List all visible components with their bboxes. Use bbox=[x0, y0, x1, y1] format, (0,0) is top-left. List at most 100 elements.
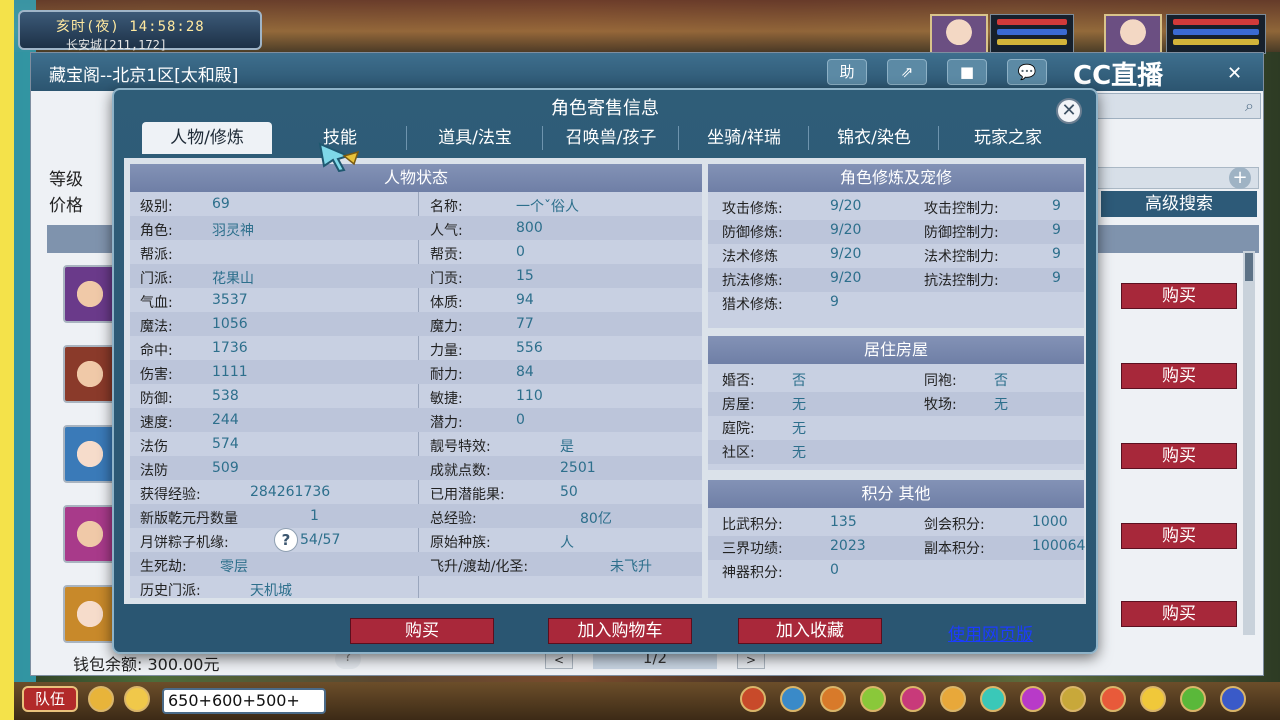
grid-left-item-value: 9/20 bbox=[830, 198, 862, 214]
grid-right-item-label: 防御控制力: bbox=[924, 225, 999, 241]
close-icon[interactable]: ✕ bbox=[1227, 63, 1242, 84]
tab-character-cultivation[interactable]: 人物/修炼 bbox=[142, 122, 272, 154]
status-right-item-label: 帮贡: bbox=[430, 247, 463, 263]
buy-button[interactable]: 购买 bbox=[1121, 363, 1237, 389]
event-icon[interactable] bbox=[1100, 686, 1126, 712]
pet-portrait[interactable] bbox=[930, 14, 988, 54]
system-icon[interactable] bbox=[1180, 686, 1206, 712]
status-left-item-value: 574 bbox=[212, 436, 239, 452]
buy-button[interactable]: 购买 bbox=[1121, 443, 1237, 469]
settings-icon[interactable] bbox=[1220, 686, 1246, 712]
buy-button[interactable]: 购买 bbox=[1121, 601, 1237, 627]
status-left-item-label: 角色: bbox=[140, 223, 173, 239]
grid-left-item-label: 法术修炼 bbox=[722, 249, 778, 265]
tab-separator bbox=[542, 126, 543, 150]
status-left-item-label: 气血: bbox=[140, 295, 173, 311]
help-button[interactable]: 助 bbox=[827, 59, 867, 85]
status-right-item-label: 力量: bbox=[430, 343, 463, 359]
stop-button[interactable]: ■ bbox=[947, 59, 987, 85]
pet-icon[interactable] bbox=[860, 686, 886, 712]
bag-icon[interactable] bbox=[740, 686, 766, 712]
grid-left-item-value: 无 bbox=[792, 421, 806, 437]
character-status-panel: 人物状态 级别: 69 角色: 羽灵神 帮派: 门派: 花果山 气血: 3537 魔法: 1056 命… bbox=[130, 164, 702, 599]
list-item-avatar[interactable] bbox=[63, 265, 117, 323]
tab-separator bbox=[808, 126, 809, 150]
residence-heading: 居住房屋 bbox=[708, 336, 1084, 364]
tab-summons-children[interactable]: 召唤兽/孩子 bbox=[544, 122, 678, 154]
add-filter-icon[interactable]: + bbox=[1229, 167, 1251, 189]
status-right-item-label: 总经验: bbox=[430, 511, 477, 527]
row-stripe bbox=[708, 392, 1084, 416]
team-icon[interactable] bbox=[780, 686, 806, 712]
list-item-avatar[interactable] bbox=[63, 585, 117, 643]
level-filter-label: 等级 bbox=[49, 170, 83, 190]
grid-left-item-label: 神器积分: bbox=[722, 565, 783, 581]
player-hp-bar bbox=[1173, 19, 1259, 25]
share-button[interactable]: ⇗ bbox=[887, 59, 927, 85]
status-right-item-label: 已用潜能果: bbox=[430, 487, 505, 503]
grid-left-item-label: 庭院: bbox=[722, 421, 755, 437]
list-item-avatar[interactable] bbox=[63, 505, 117, 563]
grid-left-item-value: 0 bbox=[830, 562, 839, 578]
chat-input[interactable]: 650+600+500+ bbox=[162, 688, 326, 714]
left-edge-bar bbox=[0, 0, 14, 720]
search-icon[interactable]: ⌕ bbox=[1245, 96, 1254, 116]
grid-right-item-value: 9 bbox=[1052, 198, 1061, 214]
guild-icon[interactable] bbox=[940, 686, 966, 712]
tab-player-home[interactable]: 玩家之家 bbox=[940, 122, 1076, 154]
tab-items-treasures[interactable]: 道具/法宝 bbox=[408, 122, 542, 154]
friend-icon[interactable] bbox=[980, 686, 1006, 712]
status-left-item-label: 级别: bbox=[140, 199, 173, 215]
tab-costumes-dyes[interactable]: 锦衣/染色 bbox=[810, 122, 938, 154]
status-left-item-value: 1056 bbox=[212, 316, 248, 332]
use-web-version-link[interactable]: 使用网页版 bbox=[948, 620, 1033, 645]
shop-icon[interactable] bbox=[1060, 686, 1086, 712]
grid-right-item-label: 同袍: bbox=[924, 373, 957, 389]
status-right-item-label: 名称: bbox=[430, 199, 463, 215]
points-panel: 积分 其他 比武积分: 135 剑会积分: 1000 三界功绩: 2023 副本积分: 100… bbox=[708, 480, 1085, 598]
tab-separator bbox=[938, 126, 939, 150]
tab-mounts[interactable]: 坐骑/祥瑞 bbox=[680, 122, 808, 154]
smile-icon[interactable] bbox=[1140, 686, 1166, 712]
buy-button[interactable]: 购买 bbox=[350, 618, 494, 644]
status-left-item-value: 284261736 bbox=[250, 484, 331, 500]
status-right-item-label: 耐力: bbox=[430, 367, 463, 383]
mail-icon[interactable] bbox=[1020, 686, 1046, 712]
price-filter-label: 价格 bbox=[49, 196, 83, 216]
emoji-icon[interactable] bbox=[124, 686, 150, 712]
pet-status-bars bbox=[990, 14, 1074, 54]
list-item-avatar[interactable] bbox=[63, 345, 117, 403]
buy-button[interactable]: 购买 bbox=[1121, 523, 1237, 549]
time-location-panel: 亥时(夜) 14:58:28 长安城[211,172] bbox=[18, 10, 262, 52]
list-item-avatar[interactable] bbox=[63, 425, 117, 483]
status-left-item-value: 69 bbox=[212, 196, 230, 212]
chat-button[interactable]: 💬 bbox=[1007, 59, 1047, 85]
status-right-item-value: 0 bbox=[516, 244, 525, 260]
status-right-item-value: 94 bbox=[516, 292, 534, 308]
list-scrollbar[interactable] bbox=[1243, 251, 1255, 635]
grid-left-item-value: 135 bbox=[830, 514, 857, 530]
buy-button[interactable]: 购买 bbox=[1121, 283, 1237, 309]
microphone-icon[interactable] bbox=[88, 686, 114, 712]
grid-right-item-label: 法术控制力: bbox=[924, 249, 999, 265]
grid-right-item-value: 9 bbox=[1052, 222, 1061, 238]
add-to-cart-button[interactable]: 加入购物车 bbox=[548, 618, 692, 644]
advanced-search-button[interactable]: 高级搜索 bbox=[1101, 191, 1257, 217]
close-icon[interactable]: ✕ bbox=[1056, 98, 1082, 124]
status-left-item-value: 花果山 bbox=[212, 271, 254, 287]
status-right-item-value: 15 bbox=[516, 268, 534, 284]
add-to-favorites-button[interactable]: 加入收藏 bbox=[738, 618, 882, 644]
player-portrait[interactable] bbox=[1104, 14, 1162, 54]
grid-left-item-label: 三界功绩: bbox=[722, 541, 783, 557]
cc-live-watermark: CC直播 bbox=[1073, 61, 1164, 91]
quest-icon[interactable] bbox=[900, 686, 926, 712]
status-right-item-label: 魔力: bbox=[430, 319, 463, 335]
skill-icon[interactable] bbox=[820, 686, 846, 712]
status-right-item-value: 一个ˇ俗人 bbox=[516, 199, 579, 215]
status-right-item-label: 体质: bbox=[430, 295, 463, 311]
search-input[interactable]: ⌕ bbox=[1091, 93, 1261, 119]
team-button[interactable]: 队伍 bbox=[22, 686, 78, 712]
map-location: 长安城[211,172] bbox=[66, 38, 168, 52]
help-icon[interactable]: ? bbox=[274, 528, 298, 552]
scrollbar-thumb[interactable] bbox=[1245, 253, 1253, 281]
